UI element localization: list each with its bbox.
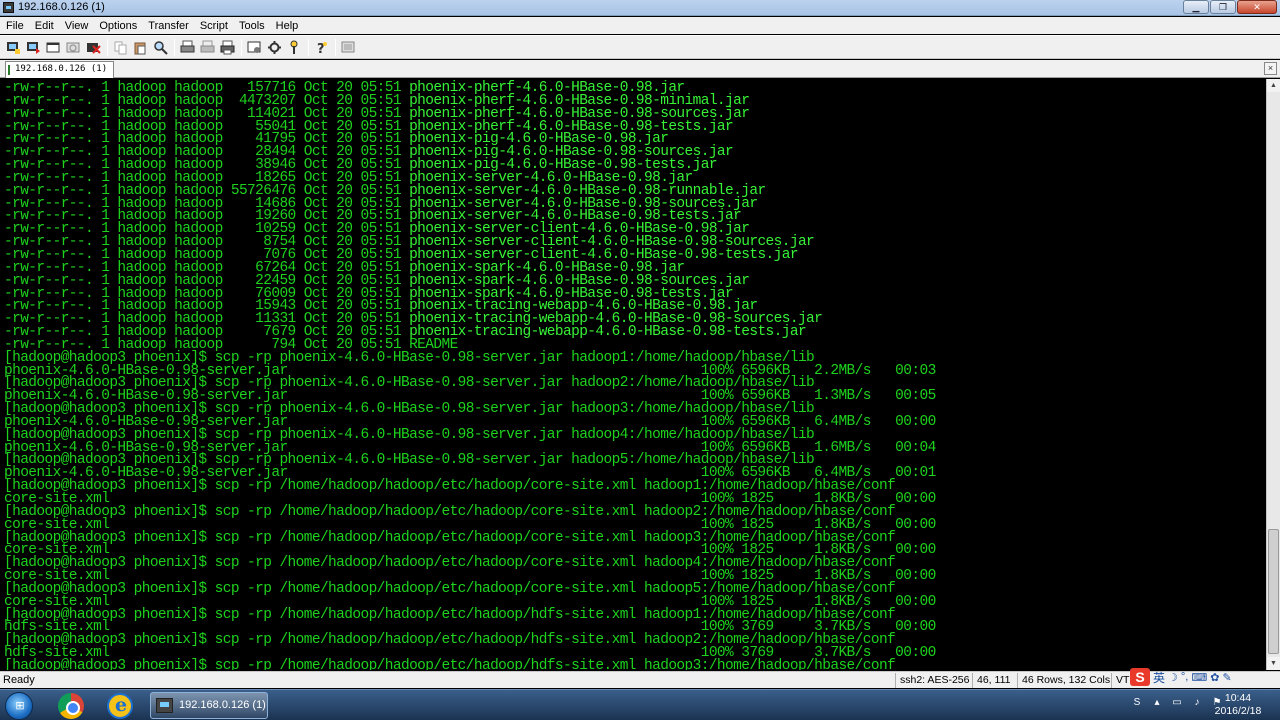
terminal-scrollbar[interactable]: ▲ ▼ — [1266, 79, 1280, 670]
help-icon[interactable]: ? — [313, 39, 330, 56]
disconnect-icon[interactable] — [85, 39, 102, 56]
print-icon[interactable] — [179, 39, 196, 56]
clock-date: 2016/2/18 — [1214, 705, 1262, 717]
print-screen-icon[interactable] — [219, 39, 236, 56]
status-ready: Ready — [3, 674, 35, 686]
status-size: 46 Rows, 132 Cols — [1017, 673, 1110, 688]
menu-options[interactable]: Options — [93, 17, 142, 34]
close-tab-button[interactable]: × — [1264, 62, 1277, 75]
menu-view[interactable]: View — [59, 17, 94, 34]
window-title: 192.168.0.126 (1) — [18, 1, 105, 13]
start-button[interactable]: ⊞ — [5, 692, 33, 720]
ime-language[interactable]: 英 — [1153, 669, 1165, 686]
connect-icon[interactable] — [5, 39, 22, 56]
paste-icon[interactable] — [132, 39, 149, 56]
menu-file[interactable]: File — [0, 17, 29, 34]
clock-time: 10:44 — [1224, 692, 1252, 704]
status-cipher: ssh2: AES-256 — [895, 673, 969, 688]
reconnect-icon[interactable] — [65, 39, 82, 56]
menu-help[interactable]: Help — [270, 17, 304, 34]
session-tab[interactable]: 192.168.0.126 (1) — [5, 61, 115, 78]
menu-bar: File Edit View Options Transfer Script T… — [0, 17, 1280, 34]
ime-skin-icon[interactable]: ✿ — [1210, 671, 1219, 684]
session-options-icon[interactable] — [246, 39, 263, 56]
status-bar: Ready ssh2: AES-256 46, 111 46 Rows, 132… — [0, 671, 1280, 688]
toolbar-separator — [308, 38, 309, 56]
ime-tools-icon[interactable]: ✎ — [1222, 671, 1231, 684]
connect-tab-icon[interactable] — [45, 39, 62, 56]
terminal-line: [hadoop@hadoop3 phoenix]$ scp -rp /home/… — [4, 657, 1266, 670]
sogou-ime-logo[interactable]: S — [1130, 668, 1150, 686]
copy-icon[interactable] — [112, 39, 129, 56]
terminal-line-text: [hadoop@hadoop3 phoenix]$ scp -rp /home/… — [4, 657, 896, 670]
securecrt-app-icon — [3, 2, 14, 13]
quick-connect-icon[interactable] — [25, 39, 42, 56]
tray-network-icon[interactable]: ▭ — [1170, 696, 1184, 710]
close-window-button[interactable]: ✕ — [1237, 0, 1277, 14]
sftp-icon[interactable] — [340, 39, 357, 56]
windows-taskbar: ⊞ 192.168.0.126 (1) S ▴ ▭ ♪ ⚑ 10:44 2016… — [0, 689, 1280, 720]
session-tab-strip: 192.168.0.126 (1) × — [0, 60, 1280, 78]
menu-edit[interactable]: Edit — [29, 17, 59, 34]
menu-tools[interactable]: Tools — [233, 17, 270, 34]
toolbar-separator — [174, 38, 175, 56]
ime-toolbar[interactable]: S 英 ☽ °, ⌨ ✿ ✎ — [1130, 667, 1280, 687]
window-title-bar[interactable]: 192.168.0.126 (1) ▁ ❐ ✕ — [0, 0, 1280, 16]
ime-punct-icon[interactable]: °, — [1181, 671, 1188, 683]
taskbar-clock[interactable]: 10:44 2016/2/18 — [1208, 692, 1268, 718]
menu-transfer[interactable]: Transfer — [142, 17, 194, 34]
scroll-thumb[interactable] — [1268, 529, 1279, 654]
connected-indicator — [8, 65, 10, 75]
toolbar-separator — [335, 38, 336, 56]
ime-keyboard-icon[interactable]: ⌨ — [1191, 671, 1207, 684]
tray-sogou-icon[interactable]: S — [1130, 696, 1144, 710]
toolbar-separator — [241, 38, 242, 56]
keymap-icon[interactable] — [286, 39, 303, 56]
windows-logo-icon: ⊞ — [15, 700, 25, 712]
tray-show-hidden-icon[interactable]: ▴ — [1150, 696, 1164, 710]
toolbar: ? — [0, 35, 1280, 59]
status-cursor: 46, 111 — [972, 673, 1010, 688]
chrome-taskbar-icon[interactable] — [58, 693, 84, 719]
tray-volume-icon[interactable]: ♪ — [1190, 696, 1204, 710]
terminal-output[interactable]: -rw-r--r--. 1 hadoop hadoop 157716 Oct 2… — [0, 79, 1266, 670]
minimize-button[interactable]: ▁ — [1183, 0, 1209, 14]
session-tab-label: 192.168.0.126 (1) — [15, 64, 108, 74]
securecrt-taskbar-label: 192.168.0.126 (1) — [179, 699, 266, 711]
scroll-up-arrow-icon[interactable]: ▲ — [1267, 79, 1280, 92]
menu-script[interactable]: Script — [194, 17, 233, 34]
find-icon[interactable] — [152, 39, 169, 56]
internet-explorer-taskbar-icon[interactable] — [107, 693, 133, 719]
toolbar-separator — [107, 38, 108, 56]
securecrt-taskbar-button[interactable]: 192.168.0.126 (1) — [150, 692, 268, 719]
terminal-filename: phoenix-tracing-webapp-4.6.0-HBase-0.98-… — [409, 324, 807, 341]
print-setup-icon[interactable] — [199, 39, 216, 56]
ime-moon-icon[interactable]: ☽ — [1168, 671, 1178, 684]
global-options-icon[interactable] — [266, 39, 283, 56]
securecrt-icon — [156, 698, 173, 713]
window-controls: ▁ ❐ ✕ — [1183, 0, 1277, 14]
restore-button[interactable]: ❐ — [1210, 0, 1236, 14]
